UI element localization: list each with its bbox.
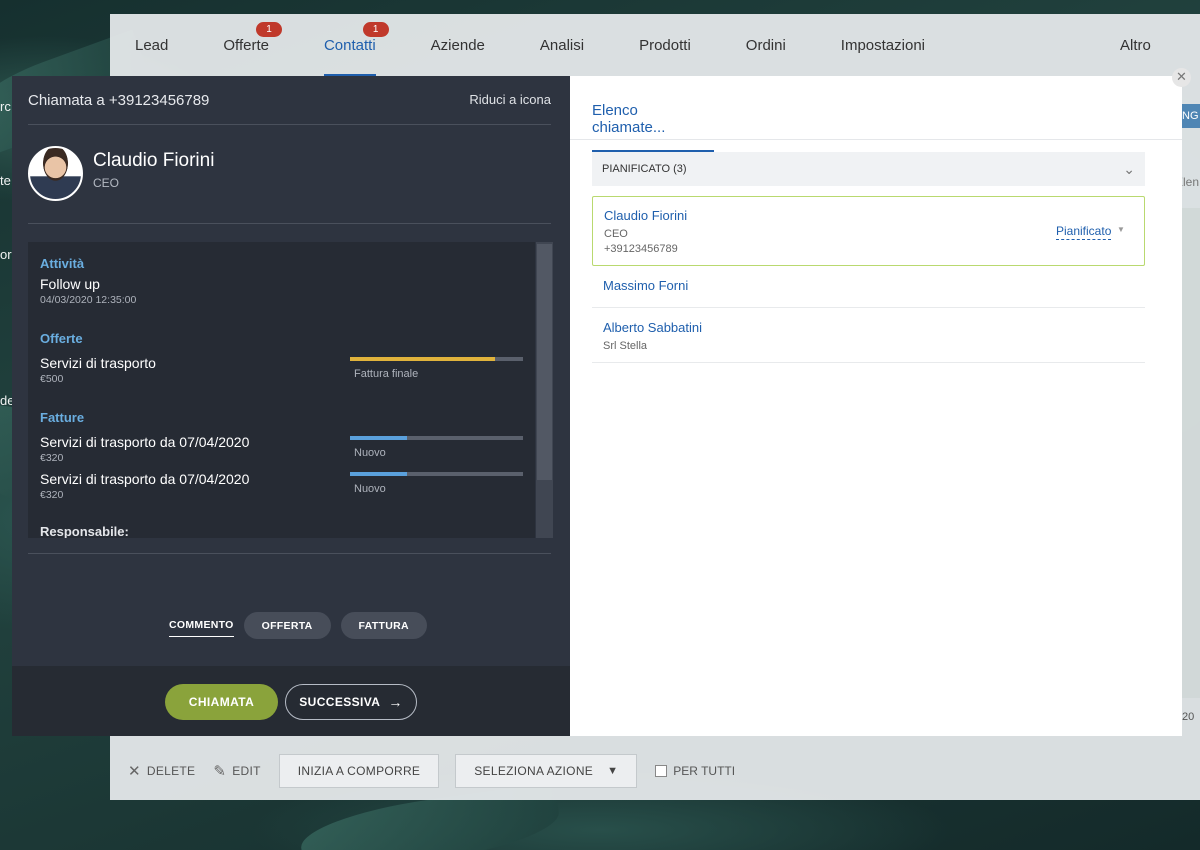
tab-offerte[interactable]: Offerte 1 <box>223 14 282 76</box>
divider <box>570 139 1182 140</box>
contact-name: Claudio Fiorini <box>93 150 215 171</box>
planned-group-header[interactable]: PIANIFICATO (3) ⌄ <box>592 152 1145 186</box>
contact-card: Claudio Fiorini CEO <box>28 146 551 224</box>
list-item[interactable]: Claudio Fiorini CEO +39123456789 Pianifi… <box>592 196 1145 266</box>
activity-date: 04/03/2020 12:35:00 <box>40 294 137 306</box>
delete-button[interactable]: ✕ DELETE <box>128 762 195 780</box>
call-actions: CHIAMATA SUCCESSIVA → <box>12 666 570 736</box>
tab-analisi[interactable]: Analisi <box>540 14 584 76</box>
call-panel-header: Chiamata a +39123456789 Riduci a icona <box>28 92 551 125</box>
arrow-right-icon: → <box>388 694 403 710</box>
caret-down-icon: ▼ <box>1117 225 1125 234</box>
responsabile-label: Responsabile: <box>40 524 129 538</box>
call-button[interactable]: CHIAMATA <box>165 684 278 720</box>
chevron-down-icon: ▼ <box>607 765 619 777</box>
tab-aziende[interactable]: Aziende <box>431 14 485 76</box>
tab-lead[interactable]: Lead <box>135 14 168 76</box>
call-contact-company: Srl Stella <box>603 340 648 352</box>
contact-details: Attività Follow up 04/03/2020 12:35:00 O… <box>28 242 535 538</box>
close-icon[interactable]: ✕ <box>1172 68 1191 87</box>
activity-title[interactable]: Follow up <box>40 276 100 292</box>
details-scrollbar[interactable] <box>536 242 553 538</box>
notification-badge: 1 <box>255 22 282 37</box>
list-item[interactable]: Massimo Forni <box>592 266 1145 308</box>
invoice-progress-bar <box>350 436 523 440</box>
contact-role: CEO <box>93 176 120 190</box>
invoice-title[interactable]: Servizi di trasporto da 07/04/2020 <box>40 434 249 450</box>
tab-altro[interactable]: Altro <box>1120 14 1151 76</box>
progress-fill <box>350 472 408 476</box>
call-contact-phone: +39123456789 <box>604 243 678 255</box>
top-navigation: Lead Offerte 1 Contatti 1 Aziende Analisi … <box>110 14 1200 76</box>
tab-ordini[interactable]: Ordini <box>746 14 786 76</box>
call-title: Chiamata a +39123456789 <box>28 92 210 109</box>
invoice-status: Nuovo <box>354 447 386 459</box>
tab-fattura[interactable]: FATTURA <box>340 612 427 639</box>
minimize-button[interactable]: Riduci a icona <box>469 92 551 124</box>
background-panel <box>1182 208 1200 698</box>
invoice-title[interactable]: Servizi di trasporto da 07/04/2020 <box>40 471 249 487</box>
divider <box>28 553 551 554</box>
call-contact-role: CEO <box>604 228 628 240</box>
close-icon: ✕ <box>128 763 141 780</box>
progress-fill <box>350 436 408 440</box>
notification-badge: 1 <box>362 22 389 37</box>
select-action-dropdown[interactable]: SELEZIONA AZIONE ▼ <box>455 754 638 788</box>
background-button: NG <box>1182 104 1200 128</box>
section-title: Offerte <box>40 331 83 346</box>
offer-progress-bar <box>350 357 523 361</box>
tab-commento[interactable]: COMMENTO <box>169 615 234 637</box>
call-contact-name[interactable]: Claudio Fiorini <box>604 208 687 223</box>
bottom-toolbar: ✕ DELETE ✎ EDIT INIZIA A COMPORRE SELEZI… <box>110 742 1200 800</box>
status-dropdown[interactable]: Pianificato <box>1056 224 1112 240</box>
comment-tabs: COMMENTO OFFERTA FATTURA <box>169 612 427 639</box>
invoice-amount: €320 <box>40 489 64 501</box>
tab-impostazioni[interactable]: Impostazioni <box>841 14 925 76</box>
for-all-checkbox[interactable]: PER TUTTI <box>655 764 735 778</box>
pencil-icon: ✎ <box>213 763 227 780</box>
start-dialing-button[interactable]: INIZIA A COMPORRE <box>278 754 440 788</box>
call-panel: Chiamata a +39123456789 Riduci a icona C… <box>12 76 570 736</box>
section-title: Attività <box>40 256 85 271</box>
chevron-down-icon: ⌄ <box>1123 160 1135 177</box>
tab-call-list[interactable]: Elenco chiamate... <box>592 102 714 153</box>
progress-fill <box>350 357 496 361</box>
tab-prodotti[interactable]: Prodotti <box>639 14 691 76</box>
section-title: Fatture <box>40 410 85 425</box>
scrollbar-thumb[interactable] <box>537 244 552 480</box>
call-contact-name[interactable]: Massimo Forni <box>603 278 688 293</box>
call-contact-name[interactable]: Alberto Sabbatini <box>603 320 702 335</box>
offer-amount: €500 <box>40 373 64 385</box>
tab-contatti[interactable]: Contatti 1 <box>323 14 389 76</box>
invoice-amount: €320 <box>40 452 64 464</box>
offer-title[interactable]: Servizi di trasporto <box>40 355 156 371</box>
background-text-fragment: te <box>0 173 11 188</box>
invoice-progress-bar <box>350 472 523 476</box>
list-item[interactable]: Alberto Sabbatini Srl Stella <box>592 308 1145 363</box>
avatar <box>28 146 83 201</box>
call-list-panel: Elenco chiamate... PIANIFICATO (3) ⌄ Cla… <box>570 76 1182 736</box>
background-text-fragment: or <box>0 247 12 262</box>
edit-button[interactable]: ✎ EDIT <box>213 762 260 780</box>
background-text-fragment: 20 <box>1182 711 1195 723</box>
offer-status: Fattura finale <box>354 368 419 380</box>
checkbox-box <box>655 765 668 777</box>
background-text-fragment: rc <box>0 99 11 114</box>
tab-offerta[interactable]: OFFERTA <box>243 612 331 639</box>
next-button[interactable]: SUCCESSIVA → <box>285 684 417 720</box>
invoice-status: Nuovo <box>354 483 386 495</box>
